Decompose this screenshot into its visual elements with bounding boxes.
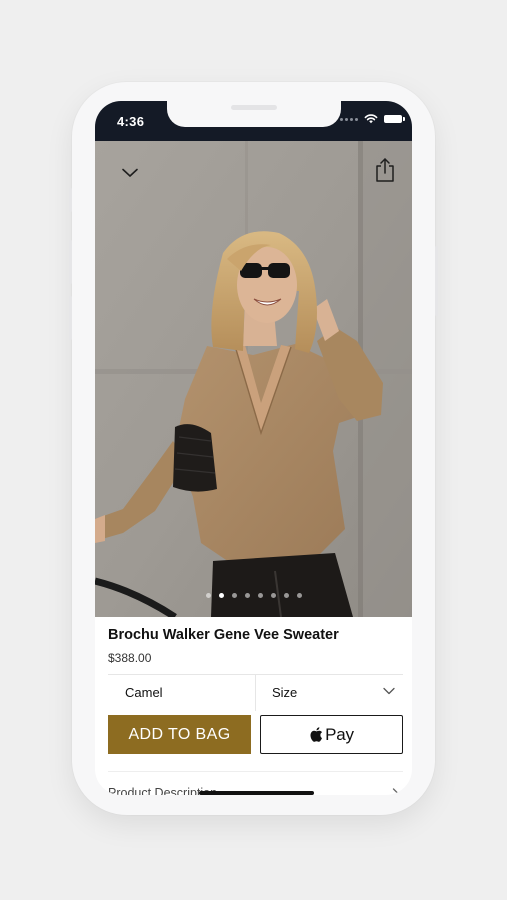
speaker-grille <box>231 105 277 110</box>
carousel-dot[interactable] <box>257 593 263 598</box>
variant-options: Camel Size <box>108 674 403 711</box>
carousel-dot[interactable] <box>218 593 224 598</box>
apple-pay-button[interactable]: Pay <box>260 715 403 754</box>
add-to-bag-button[interactable]: ADD TO BAG <box>108 715 251 754</box>
carousel-dot[interactable] <box>205 593 211 598</box>
carousel-dot[interactable] <box>296 593 302 598</box>
apple-pay-label: Pay <box>325 724 354 744</box>
chevron-down-icon <box>383 687 395 695</box>
carousel-page-indicator[interactable] <box>95 593 412 598</box>
home-indicator[interactable] <box>199 791 314 795</box>
carousel-dot[interactable] <box>270 593 276 598</box>
app-screen: 4:36 Brochu Walker Gene Vee Sweater $388… <box>95 101 412 795</box>
phone-side-button <box>69 296 72 340</box>
notch <box>167 101 341 127</box>
size-selector[interactable]: Size <box>256 675 403 711</box>
color-value: Camel <box>125 685 163 700</box>
wifi-icon <box>364 114 378 124</box>
status-bar: 4:36 <box>95 101 412 141</box>
chevron-down-icon <box>122 168 138 177</box>
phone-side-button <box>435 246 438 316</box>
apple-logo-icon <box>310 727 323 742</box>
chevron-right-icon <box>392 788 399 795</box>
product-price: $388.00 <box>108 651 152 665</box>
color-selector[interactable]: Camel <box>108 675 255 711</box>
share-button[interactable] <box>373 157 397 183</box>
status-time: 4:36 <box>117 114 145 129</box>
product-photo <box>95 141 412 617</box>
carousel-dot[interactable] <box>231 593 237 598</box>
signal-icon <box>340 117 358 121</box>
phone-side-button <box>69 240 72 284</box>
carousel-dot[interactable] <box>283 593 289 598</box>
carousel-dot[interactable] <box>244 593 250 598</box>
collapse-button[interactable] <box>119 165 141 181</box>
product-title: Brochu Walker Gene Vee Sweater <box>108 627 339 643</box>
share-icon <box>376 158 394 182</box>
size-label: Size <box>272 685 298 700</box>
product-image-carousel[interactable] <box>95 141 412 617</box>
battery-icon <box>384 115 405 123</box>
status-icons <box>340 114 405 124</box>
phone-side-button <box>69 188 72 212</box>
